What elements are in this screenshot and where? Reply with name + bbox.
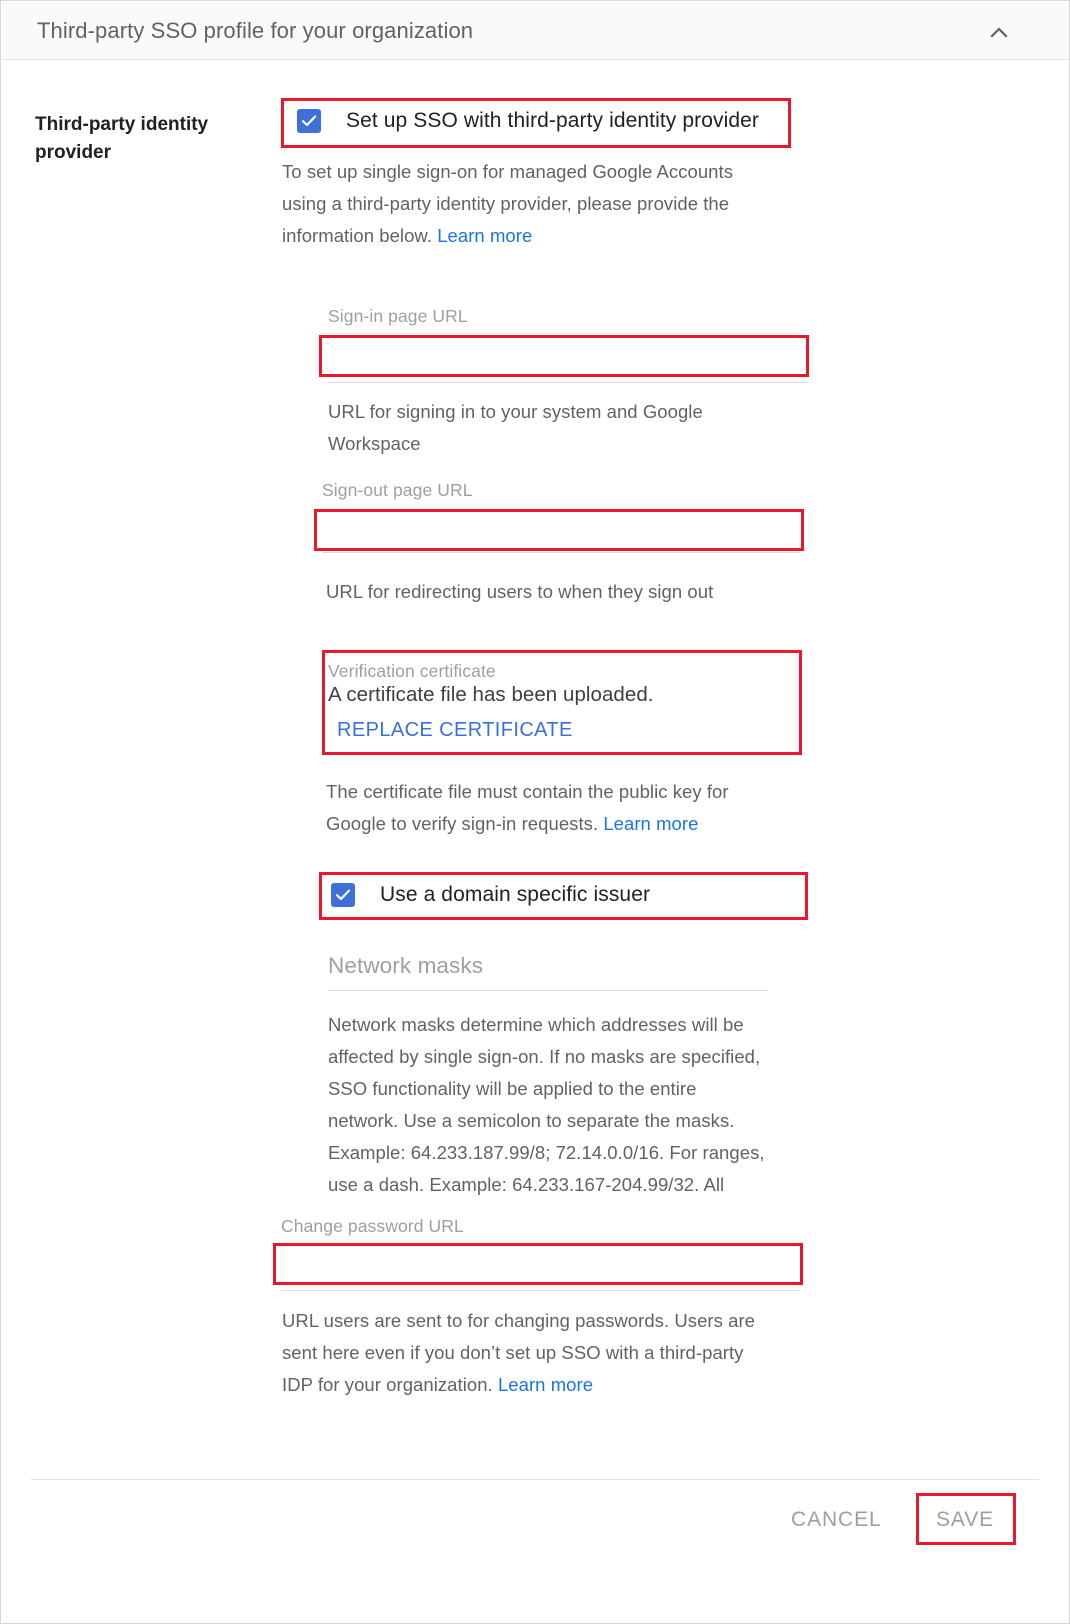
card-header: Third-party SSO profile for your organiz… [2, 2, 1069, 60]
signout-url-field: Sign-out page URL [322, 480, 801, 553]
network-masks-field: Network masks [328, 953, 768, 991]
footer-actions: CANCEL SAVE [1, 1479, 1069, 1571]
network-masks-helper-line2: affected by single sign-on. If no masks … [328, 1046, 761, 1067]
signout-url-helper-text: URL for redirecting users to when they s… [326, 581, 714, 602]
certificate-caption: Verification certificate [328, 661, 496, 681]
network-masks-helper: Network masks determine which addresses … [328, 1009, 858, 1201]
change-password-url-input[interactable] [281, 1253, 800, 1291]
cancel-button[interactable]: CANCEL [791, 1508, 882, 1532]
change-password-helper: URL users are sent to for changing passw… [282, 1305, 812, 1401]
replace-certificate-button[interactable]: REPLACE CERTIFICATE [337, 719, 573, 742]
page-title: Third-party SSO profile for your organiz… [37, 18, 474, 43]
certificate-learn-more-link[interactable]: Learn more [603, 813, 698, 834]
sso-description-line3: information below. [282, 225, 438, 246]
checkbox-checked-icon[interactable] [297, 109, 321, 133]
network-masks-helper-line6: use a dash. Example: 64.233.167-204.99/3… [328, 1174, 725, 1195]
save-button[interactable]: SAVE [936, 1508, 994, 1532]
certificate-helper: The certificate file must contain the pu… [326, 776, 846, 840]
network-masks-label: Network masks [328, 953, 484, 978]
certificate-status: A certificate file has been uploaded. [328, 683, 654, 706]
signin-url-helper-line2: Workspace [328, 433, 421, 454]
signout-url-helper: URL for redirecting users to when they s… [326, 576, 846, 608]
signin-url-helper-line1: URL for signing in to your system and Go… [328, 401, 703, 422]
network-masks-underline [328, 990, 768, 991]
sso-description-line2: using a third-party identity provider, p… [282, 193, 730, 214]
change-password-helper-line2: sent here even if you don’t set up SSO w… [282, 1342, 744, 1363]
sso-description-learn-more-link[interactable]: Learn more [437, 225, 532, 246]
network-masks-helper-line3: SSO functionality will be applied to the… [328, 1078, 697, 1099]
change-password-url-field: Change password URL [281, 1216, 800, 1291]
sso-setup-checkbox-row[interactable]: Set up SSO with third-party identity pro… [297, 109, 759, 133]
sso-setup-checkbox-label: Set up SSO with third-party identity pro… [346, 109, 760, 132]
domain-issuer-checkbox-label: Use a domain specific issuer [380, 883, 651, 906]
sso-description-line1: To set up single sign-on for managed Goo… [282, 161, 733, 182]
change-password-learn-more-link[interactable]: Learn more [498, 1374, 593, 1395]
signout-url-input[interactable] [322, 515, 801, 553]
signout-url-label: Sign-out page URL [322, 480, 473, 500]
signin-url-helper: URL for signing in to your system and Go… [328, 396, 828, 460]
signin-url-field: Sign-in page URL [328, 306, 807, 383]
certificate-helper-line1: The certificate file must contain the pu… [326, 781, 729, 802]
change-password-helper-line3: IDP for your organization. [282, 1374, 498, 1395]
verification-certificate-block: Verification certificate A certificate f… [328, 661, 798, 742]
signin-url-label: Sign-in page URL [328, 306, 468, 326]
sso-description: To set up single sign-on for managed Goo… [282, 156, 802, 252]
section-label: Third-party identity provider [35, 114, 209, 163]
network-masks-helper-line1: Network masks determine which addresses … [328, 1014, 744, 1035]
domain-issuer-checkbox-row[interactable]: Use a domain specific issuer [331, 883, 650, 907]
change-password-helper-line1: URL users are sent to for changing passw… [282, 1310, 755, 1331]
sso-settings-card: Third-party SSO profile for your organiz… [0, 0, 1070, 1624]
chevron-up-icon[interactable] [986, 20, 1012, 46]
signin-url-input[interactable] [328, 343, 807, 383]
checkbox-checked-icon[interactable] [331, 883, 355, 907]
certificate-helper-line2: Google to verify sign-in requests. [326, 813, 604, 834]
change-password-url-label: Change password URL [281, 1216, 464, 1236]
network-masks-helper-line4: network. Use a semicolon to separate the… [328, 1110, 735, 1131]
network-masks-helper-line5: Example: 64.233.187.99/8; 72.14.0.0/16. … [328, 1142, 765, 1163]
